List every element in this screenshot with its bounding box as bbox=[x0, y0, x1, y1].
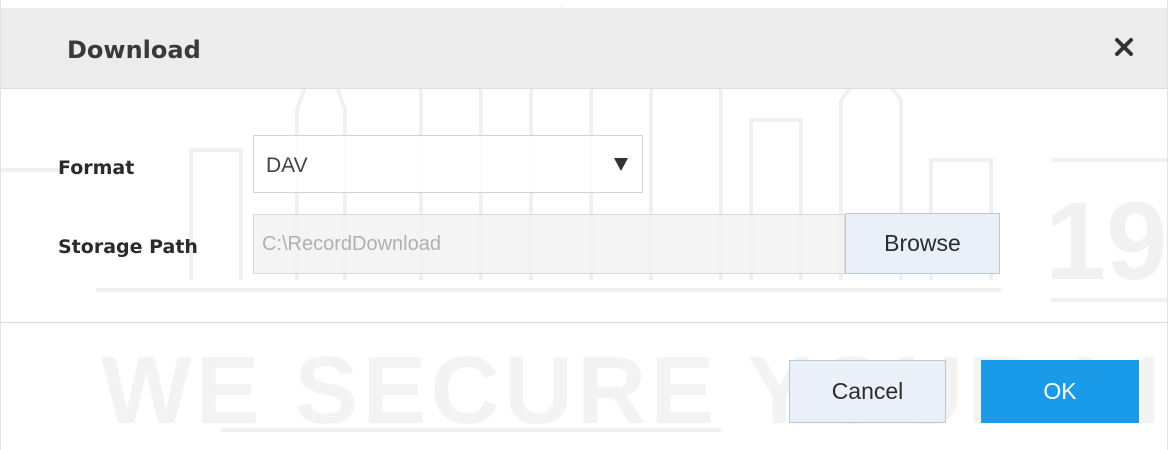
watermark-number: 19 bbox=[1045, 180, 1168, 303]
close-button[interactable] bbox=[1109, 32, 1139, 62]
storage-path-label: Storage Path bbox=[58, 236, 198, 258]
dropdown-arrow-icon bbox=[614, 158, 628, 171]
storage-path-input[interactable] bbox=[253, 214, 845, 274]
format-selected-value: DAV bbox=[266, 154, 308, 177]
format-select[interactable]: DAV bbox=[253, 135, 643, 193]
download-dialog: WE SECURE YOUR LIFE 19 Download Format D… bbox=[0, 0, 1168, 450]
format-label: Format bbox=[58, 157, 135, 179]
cancel-button[interactable]: Cancel bbox=[789, 360, 946, 423]
dialog-title: Download bbox=[67, 36, 201, 64]
footer-divider bbox=[1, 322, 1167, 323]
close-icon bbox=[1115, 38, 1133, 56]
browse-button[interactable]: Browse bbox=[845, 213, 1000, 274]
dialog-title-bar: Download bbox=[1, 8, 1167, 89]
ok-button[interactable]: OK bbox=[981, 360, 1139, 423]
